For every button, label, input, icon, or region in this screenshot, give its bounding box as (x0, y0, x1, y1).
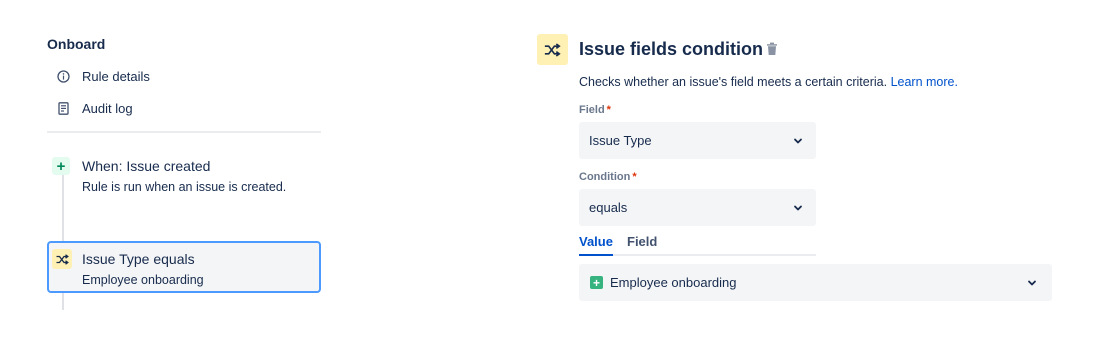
panel-title: Issue fields condition (579, 39, 764, 59)
panel-description: Checks whether an issue's field meets a … (579, 75, 958, 89)
required-marker: * (632, 171, 637, 183)
document-icon (56, 101, 70, 115)
tab-value[interactable]: Value (579, 234, 613, 249)
delete-trash-icon[interactable] (766, 42, 780, 56)
chevron-down-icon (1028, 280, 1036, 286)
nav-audit-log[interactable]: Audit log (56, 98, 133, 118)
trigger-title: When: Issue created (82, 158, 211, 174)
nav-rule-details-label: Rule details (82, 68, 150, 84)
value-select[interactable]: + Employee onboarding (579, 264, 1052, 301)
info-icon (56, 69, 70, 83)
chevron-down-icon (794, 205, 802, 211)
nav-rule-details[interactable]: Rule details (56, 66, 150, 86)
active-tab-indicator (579, 254, 613, 256)
rule-name: Onboard (47, 36, 106, 52)
chevron-down-icon (794, 138, 802, 144)
condition-select[interactable]: equals (579, 189, 816, 226)
value-select-value: Employee onboarding (610, 275, 737, 290)
required-marker: * (606, 104, 611, 116)
condition-label: Condition * (579, 171, 637, 183)
learn-more-link[interactable]: Learn more. (891, 75, 958, 89)
field-select[interactable]: Issue Type (579, 122, 816, 159)
shuffle-icon (537, 34, 568, 65)
condition-select-value: equals (589, 200, 628, 215)
condition-item-subtitle: Employee onboarding (82, 273, 204, 287)
nav-audit-log-label: Audit log (82, 100, 133, 116)
trigger-item[interactable]: + When: Issue created Rule is run when a… (47, 152, 321, 212)
issue-type-plus-icon: + (590, 276, 603, 289)
description-text: Checks whether an issue's field meets a … (579, 75, 888, 89)
condition-item-title: Issue Type equals (82, 251, 195, 267)
field-select-value: Issue Type (589, 133, 652, 148)
value-mode-tabs: Value Field (579, 234, 816, 256)
sidebar-divider (47, 131, 321, 133)
tab-field[interactable]: Field (627, 234, 657, 249)
rule-sidebar: Onboard Rule details Audit log + When: I… (47, 0, 322, 341)
condition-label-text: Condition (579, 171, 631, 183)
trigger-subtitle: Rule is run when an issue is created. (82, 180, 287, 194)
plus-icon: + (52, 157, 70, 175)
field-label: Field * (579, 104, 611, 116)
condition-item-selected[interactable]: Issue Type equals Employee onboarding (47, 241, 321, 293)
field-label-text: Field (579, 104, 605, 116)
shuffle-icon (52, 249, 72, 269)
condition-config-panel: Issue fields condition Checks whether an… (537, 0, 1077, 341)
